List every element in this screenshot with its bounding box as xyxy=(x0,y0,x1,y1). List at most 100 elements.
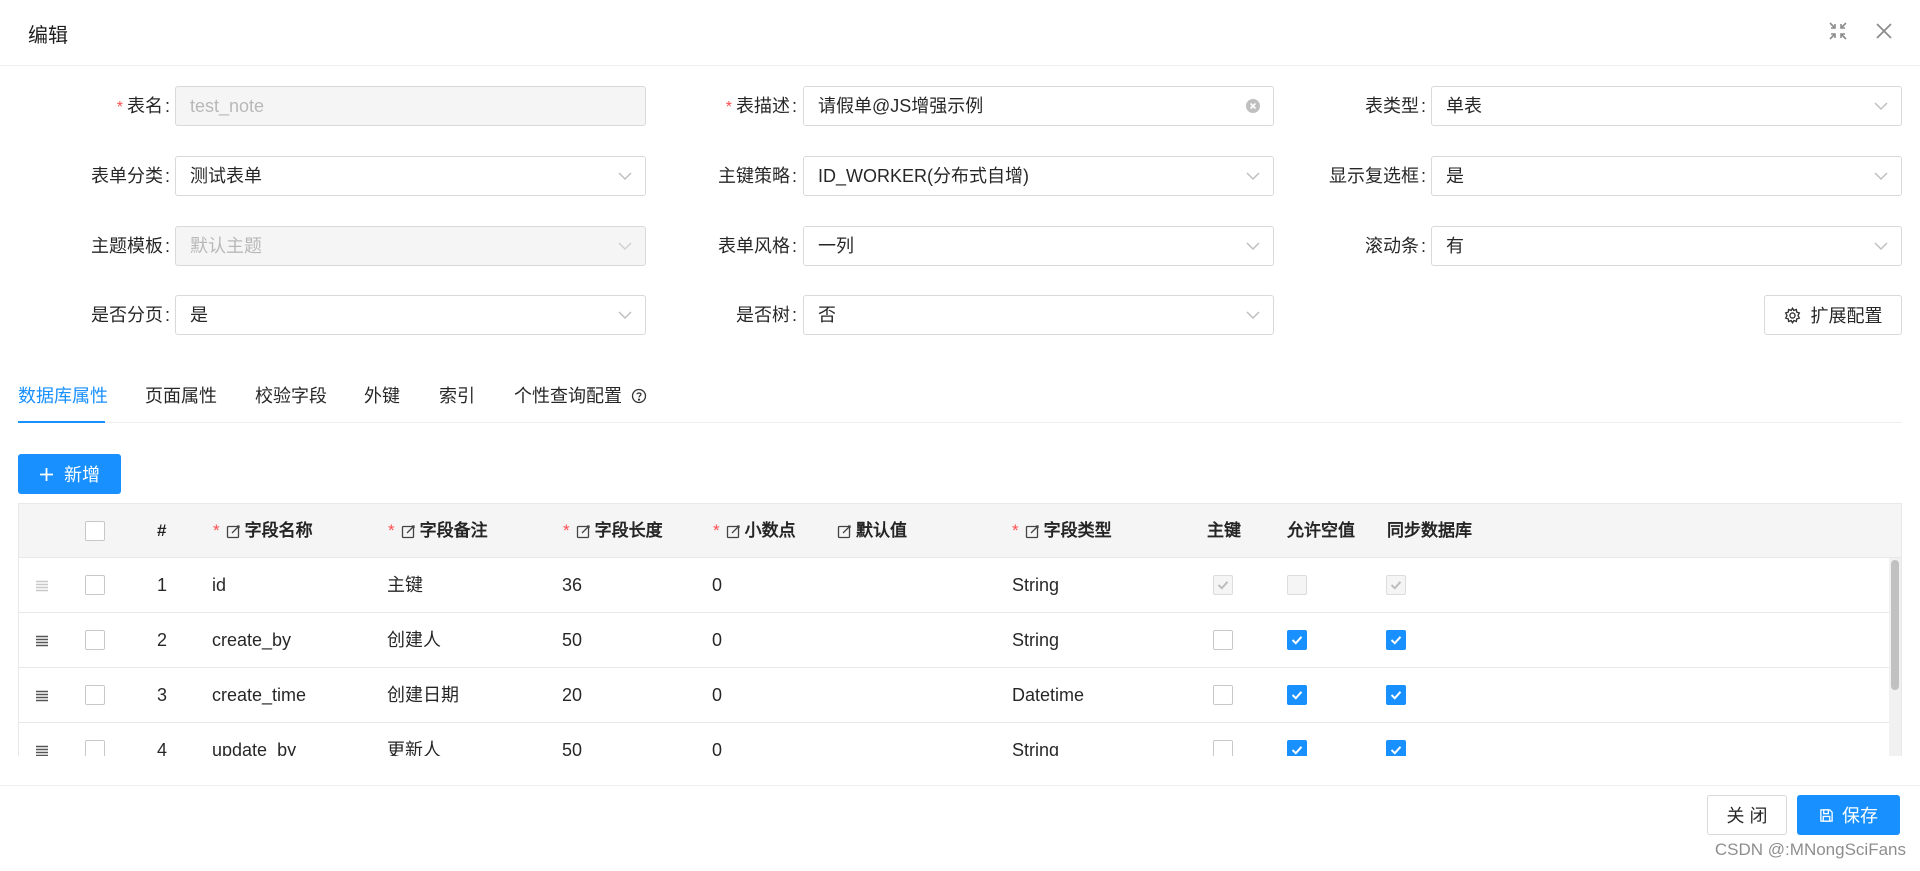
row-select-checkbox[interactable] xyxy=(85,740,105,756)
modal-footer xyxy=(0,785,1920,871)
drag-handle-icon[interactable] xyxy=(35,688,49,702)
save-icon xyxy=(1820,808,1833,822)
cell-field-type[interactable]: String xyxy=(1012,723,1059,756)
table-row: 1 id 主键 36 0 String xyxy=(19,558,1889,613)
add-button[interactable]: 新增 xyxy=(18,454,121,494)
nullable-checkbox[interactable] xyxy=(1287,740,1307,756)
nullable-checkbox[interactable] xyxy=(1287,575,1307,595)
sync-db-checkbox[interactable] xyxy=(1386,630,1406,650)
is-tree-select[interactable]: 否 xyxy=(803,295,1274,335)
cell-field-type[interactable]: String xyxy=(1012,613,1059,668)
cell-field-length[interactable]: 50 xyxy=(562,723,582,756)
close-icon[interactable] xyxy=(1869,16,1899,46)
sync-db-checkbox[interactable] xyxy=(1386,575,1406,595)
cell-field-comment[interactable]: 创建日期 xyxy=(387,668,459,723)
cell-decimal[interactable]: 0 xyxy=(712,723,722,756)
tab-page-attributes[interactable]: 页面属性 xyxy=(145,375,217,423)
cell-num: 4 xyxy=(157,740,168,756)
cell-field-type[interactable]: String xyxy=(1012,558,1059,613)
chevron-down-icon xyxy=(1246,311,1260,320)
cell-field-comment[interactable]: 更新人 xyxy=(387,723,441,756)
cell-field-name[interactable]: update_by xyxy=(212,723,296,756)
column-header-nullable: 允许空值 xyxy=(1287,521,1355,540)
chevron-down-icon xyxy=(1874,102,1888,111)
tab-foreign-keys[interactable]: 外键 xyxy=(364,375,400,423)
label-scrollbar: 滚动条: xyxy=(1364,236,1426,256)
scrollbar-select[interactable]: 有 xyxy=(1431,226,1902,266)
cell-decimal[interactable]: 0 xyxy=(712,558,722,613)
row-select-checkbox[interactable] xyxy=(85,685,105,705)
cell-decimal[interactable]: 0 xyxy=(712,613,722,668)
cell-field-length[interactable]: 20 xyxy=(562,668,582,723)
theme-template-select[interactable]: 默认主题 xyxy=(175,226,646,266)
tab-query-config[interactable]: 个性查询配置 xyxy=(514,375,647,423)
cell-decimal[interactable]: 0 xyxy=(712,668,722,723)
table-row: 3 create_time 创建日期 20 0 Datetime xyxy=(19,668,1889,723)
nullable-checkbox[interactable] xyxy=(1287,685,1307,705)
table-scrollbar[interactable] xyxy=(1889,558,1901,756)
scrollbar-thumb[interactable] xyxy=(1891,560,1899,690)
column-header-field-type: * 字段类型 xyxy=(1012,521,1112,540)
cell-field-name[interactable]: id xyxy=(212,558,226,613)
drag-handle-icon[interactable] xyxy=(35,578,49,592)
edit-icon xyxy=(576,524,590,538)
drag-handle-icon[interactable] xyxy=(35,743,49,756)
primary-key-checkbox[interactable] xyxy=(1213,575,1233,595)
fullscreen-exit-icon[interactable] xyxy=(1823,16,1853,46)
extend-config-button[interactable]: 扩展配置 xyxy=(1764,295,1902,335)
show-checkbox-select[interactable]: 是 xyxy=(1431,156,1902,196)
cell-field-type[interactable]: Datetime xyxy=(1012,668,1084,723)
cell-num: 1 xyxy=(157,575,168,595)
add-button-label: 新增 xyxy=(64,465,100,485)
table-row: 2 create_by 创建人 50 0 String xyxy=(19,613,1889,668)
sync-db-checkbox[interactable] xyxy=(1386,740,1406,756)
clear-icon[interactable] xyxy=(1245,98,1261,114)
plus-icon xyxy=(40,467,53,481)
primary-key-checkbox[interactable] xyxy=(1213,740,1233,756)
label-theme-template: 主题模板: xyxy=(90,236,170,256)
label-table-desc: * 表描述: xyxy=(725,96,797,116)
row-select-checkbox[interactable] xyxy=(85,630,105,650)
close-button[interactable]: 关 闭 xyxy=(1707,795,1787,835)
cell-field-name[interactable]: create_time xyxy=(212,668,306,723)
cell-num: 2 xyxy=(157,630,168,650)
cell-field-comment[interactable]: 创建人 xyxy=(387,613,441,668)
column-header-field-length: * 字段长度 xyxy=(563,521,663,540)
pk-strategy-select[interactable]: ID_WORKER(分布式自增) xyxy=(803,156,1274,196)
edit-icon xyxy=(726,524,740,538)
primary-key-checkbox[interactable] xyxy=(1213,685,1233,705)
column-header-primary-key: 主键 xyxy=(1207,521,1241,540)
cell-field-length[interactable]: 36 xyxy=(562,558,582,613)
chevron-down-icon xyxy=(618,172,632,181)
gear-icon xyxy=(1784,306,1800,324)
modal-title: 编辑 xyxy=(28,25,68,47)
form-category-select[interactable]: 测试表单 xyxy=(175,156,646,196)
fields-table: # * 字段名称 * 字段备注 * 字段长度 * 小数点 默认值 * 字段类型 … xyxy=(18,503,1902,756)
drag-handle-icon[interactable] xyxy=(35,633,49,647)
chevron-down-icon xyxy=(1874,242,1888,251)
cell-field-name[interactable]: create_by xyxy=(212,613,291,668)
row-select-checkbox[interactable] xyxy=(85,575,105,595)
nullable-checkbox[interactable] xyxy=(1287,630,1307,650)
select-all-checkbox[interactable] xyxy=(85,521,105,541)
cell-field-comment[interactable]: 主键 xyxy=(387,558,423,613)
table-type-select[interactable]: 单表 xyxy=(1431,86,1902,126)
label-show-checkbox: 显示复选框: xyxy=(1328,166,1426,186)
cell-field-length[interactable]: 50 xyxy=(562,613,582,668)
save-button[interactable]: 保存 xyxy=(1797,795,1900,835)
tab-indexes[interactable]: 索引 xyxy=(439,375,475,423)
form-style-select[interactable]: 一列 xyxy=(803,226,1274,266)
table-name-input[interactable]: test_note xyxy=(175,86,646,126)
edit-icon xyxy=(1025,524,1039,538)
tab-validation-fields[interactable]: 校验字段 xyxy=(255,375,327,423)
label-table-name: * 表名: xyxy=(116,96,170,116)
tab-db-attributes[interactable]: 数据库属性 xyxy=(18,375,108,423)
column-header-field-name: * 字段名称 xyxy=(213,521,313,540)
save-button-label: 保存 xyxy=(1842,806,1878,826)
sync-db-checkbox[interactable] xyxy=(1386,685,1406,705)
label-form-category: 表单分类: xyxy=(90,166,170,186)
modal-header: 编辑 xyxy=(0,0,1920,66)
primary-key-checkbox[interactable] xyxy=(1213,630,1233,650)
table-desc-input[interactable]: 请假单@JS增强示例 xyxy=(803,86,1274,126)
paging-select[interactable]: 是 xyxy=(175,295,646,335)
